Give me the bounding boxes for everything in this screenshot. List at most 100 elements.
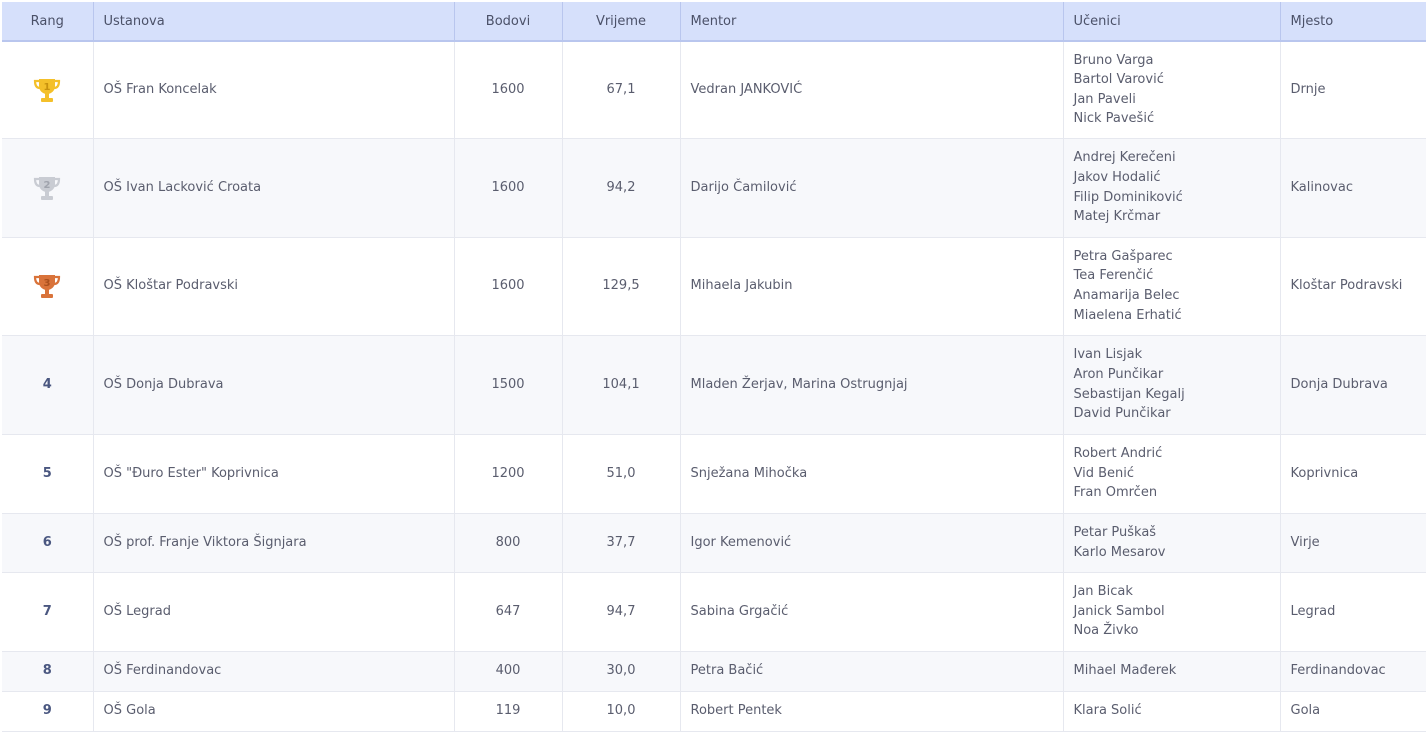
institution-cell: OŠ Ferdinandovac — [93, 651, 455, 692]
rank-cell: 6 — [2, 513, 94, 573]
points-cell: 1200 — [454, 434, 563, 514]
student-name: Robert Andrić — [1073, 446, 1163, 462]
time-cell: 94,7 — [562, 572, 681, 652]
trophy-rank-number: 2 — [44, 180, 51, 191]
time-cell: 30,0 — [562, 651, 681, 692]
student-name: Vid Benić — [1073, 465, 1135, 481]
rank-number: 5 — [42, 465, 52, 481]
mentor-cell: Snježana Mihočka — [680, 434, 1064, 514]
header-rank[interactable]: Rang — [2, 2, 94, 42]
mentor-cell: Mihaela Jakubin — [680, 237, 1064, 336]
rank-cell: 1 — [2, 41, 94, 139]
student-name: Nick Pavešić — [1073, 111, 1155, 127]
student-name: Ivan Lisjak — [1073, 347, 1143, 363]
points-cell: 1600 — [454, 41, 563, 139]
student-name: Bruno Varga — [1073, 52, 1154, 68]
students-cell: Robert Andrić Vid Benić Fran Omrčen — [1063, 434, 1281, 514]
student-name: Miaelena Erhatić — [1073, 307, 1182, 323]
time-cell: 129,5 — [562, 237, 681, 336]
place-cell: Ferdinandovac — [1280, 651, 1426, 692]
bronze-trophy-icon: 3 — [34, 275, 61, 298]
institution-cell: OŠ Kloštar Podravski — [93, 237, 455, 336]
rank-cell: 2 — [2, 138, 94, 238]
rank-cell: 3 — [2, 237, 94, 336]
student-name: Aron Punčikar — [1073, 366, 1164, 382]
student-name: Jan Paveli — [1073, 91, 1136, 107]
institution-cell: OŠ prof. Franje Viktora Šignjara — [93, 513, 455, 573]
points-cell: 647 — [454, 572, 563, 652]
time-cell: 10,0 — [562, 691, 681, 732]
place-cell: Legrad — [1280, 572, 1426, 652]
points-cell: 119 — [454, 691, 563, 732]
time-cell: 104,1 — [562, 335, 681, 435]
table-row: 1 OŠ Fran Koncelak 1600 67,1 Vedran JANKOVIĆ… — [2, 41, 1426, 139]
time-cell: 51,0 — [562, 434, 681, 514]
rank-cell: 4 — [2, 335, 94, 435]
header-institution[interactable]: Ustanova — [93, 2, 455, 42]
place-cell: Drnje — [1280, 41, 1426, 139]
rank-number: 7 — [42, 603, 52, 619]
header-mentor[interactable]: Mentor — [680, 2, 1064, 42]
mentor-cell: Sabina Grgačić — [680, 572, 1064, 652]
table-row: 4 OŠ Donja Dubrava 1500 104,1 Mladen Žerjav,… — [2, 335, 1426, 435]
institution-cell: OŠ Donja Dubrava — [93, 335, 455, 435]
time-cell: 37,7 — [562, 513, 681, 573]
rank-number: 9 — [42, 703, 52, 719]
mentor-cell: Darijo Čamilović — [680, 138, 1064, 238]
mentor-cell: Vedran JANKOVIĆ — [680, 41, 1064, 139]
student-name: Mihael Mađerek — [1073, 663, 1177, 679]
place-cell: Kalinovac — [1280, 138, 1426, 238]
students-cell: Jan Bicak Janick Sambol Noa Živko — [1063, 572, 1281, 652]
institution-cell: OŠ Ivan Lacković Croata — [93, 138, 455, 238]
student-name: Matej Krčmar — [1073, 209, 1161, 225]
table-row: 6 OŠ prof. Franje Viktora Šignjara 800 37,7… — [2, 513, 1426, 573]
student-name: Fran Omrčen — [1073, 485, 1158, 501]
student-name: Petra Gašparec — [1073, 248, 1173, 264]
time-cell: 94,2 — [562, 138, 681, 238]
place-cell: Kloštar Podravski — [1280, 237, 1426, 336]
student-name: Noa Živko — [1073, 623, 1139, 639]
student-name: Klara Solić — [1073, 703, 1142, 719]
header-row: Rang Ustanova Bodovi Vrijeme Mentor Učen… — [2, 2, 1426, 42]
student-name: Janick Sambol — [1073, 603, 1165, 619]
place-cell: Donja Dubrava — [1280, 335, 1426, 435]
silver-trophy-icon: 2 — [34, 176, 61, 200]
header-points[interactable]: Bodovi — [454, 2, 563, 42]
institution-cell: OŠ Legrad — [93, 572, 455, 652]
table-row: 3 OŠ Kloštar Podravski 1600 129,5 Mihaela Ja… — [2, 237, 1426, 336]
header-place[interactable]: Mjesto — [1280, 2, 1426, 42]
header-students[interactable]: Učenici — [1063, 2, 1281, 42]
table-row: 7 OŠ Legrad 647 94,7 Sabina Grgačić Jan Bicak… — [2, 572, 1426, 652]
student-name: Anamarija Belec — [1073, 288, 1180, 303]
students-cell: Ivan Lisjak Aron Punčikar Sebastijan Kegal… — [1063, 335, 1281, 435]
trophy-rank-number: 3 — [44, 278, 51, 289]
institution-cell: OŠ "Đuro Ester" Koprivnica — [93, 434, 455, 514]
table-row: 9 OŠ Gola 119 10,0 Robert Pentek Klara Solić G… — [2, 691, 1426, 732]
points-cell: 1600 — [454, 138, 563, 238]
students-cell: Bruno Varga Bartol Varović Jan Paveli Nick … — [1063, 41, 1281, 139]
students-cell: Petar Puškaš Karlo Mesarov — [1063, 513, 1281, 573]
student-name: Jan Bicak — [1073, 584, 1133, 600]
place-cell: Koprivnica — [1280, 434, 1426, 514]
student-name: Jakov Hodalić — [1073, 169, 1161, 185]
place-cell: Gola — [1280, 691, 1426, 732]
mentor-cell: Mladen Žerjav, Marina Ostrugnjaj — [680, 335, 1064, 435]
institution-cell: OŠ Fran Koncelak — [93, 41, 455, 139]
header-time[interactable]: Vrijeme — [562, 2, 681, 42]
students-cell: Mihael Mađerek — [1063, 651, 1281, 692]
student-name: Tea Ferenčić — [1073, 268, 1154, 284]
place-cell: Virje — [1280, 513, 1426, 573]
table-row: 2 OŠ Ivan Lacković Croata 1600 94,2 Darijo Č… — [2, 138, 1426, 238]
students-cell: Petra Gašparec Tea Ferenčić Anamarija Bele… — [1063, 237, 1281, 336]
points-cell: 1500 — [454, 335, 563, 435]
rank-number: 8 — [42, 663, 52, 679]
points-cell: 1600 — [454, 237, 563, 336]
student-name: David Punčikar — [1073, 406, 1171, 422]
points-cell: 800 — [454, 513, 563, 573]
institution-cell: OŠ Gola — [93, 691, 455, 732]
table-row: 5 OŠ "Đuro Ester" Koprivnica 1200 51,0 Snjež… — [2, 434, 1426, 514]
rank-cell: 8 — [2, 651, 94, 692]
mentor-cell: Petra Bačić — [680, 651, 1064, 692]
rank-cell: 7 — [2, 572, 94, 652]
rank-number: 4 — [42, 376, 52, 392]
